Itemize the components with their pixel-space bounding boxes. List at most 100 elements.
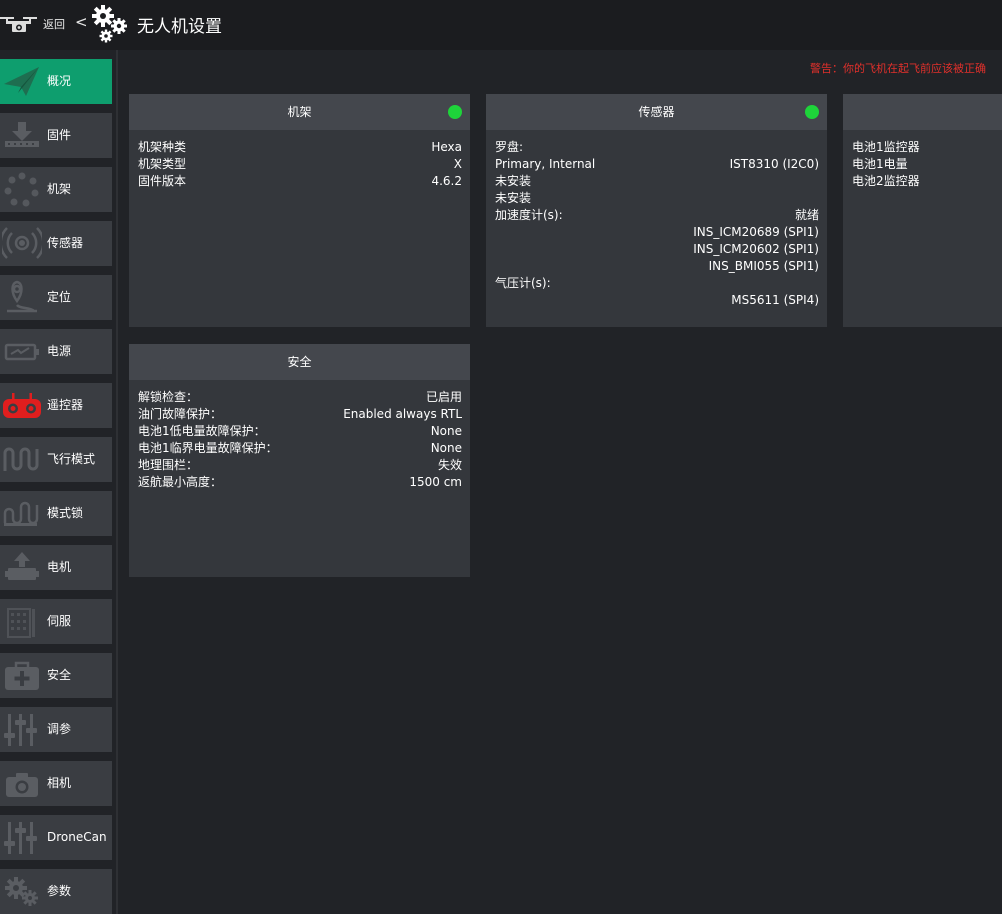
row-value: None (430, 424, 462, 438)
row-key: 电池1低电量故障保护： (138, 424, 266, 438)
back-button[interactable]: 返回 (43, 16, 65, 32)
paper-plane-icon (4, 67, 39, 96)
rc-controller-icon (3, 393, 41, 418)
sidebar-item-label: 遥控器 (47, 398, 84, 412)
sidebar-item-safety[interactable]: 安全 (0, 653, 112, 698)
sidebar-item-label: 调参 (47, 722, 72, 736)
sidebar-item-airframe[interactable]: 机架 (0, 167, 112, 212)
row-key: 机架类型 (138, 157, 187, 171)
row-key: 油门故障保护： (138, 407, 223, 421)
row-value: 1500 cm (409, 475, 462, 489)
row-value: 就绪 (794, 208, 819, 222)
sidebar-item-label: 电源 (47, 344, 72, 358)
row-key: 未安装 (495, 191, 532, 205)
row-value: Enabled always RTL (343, 407, 462, 421)
sidebar-item-label: 模式锁 (47, 506, 84, 520)
row-value: MS5611 (SPI4) (731, 293, 819, 307)
sliders-icon (4, 822, 37, 854)
row-key: 电池2监控器 (852, 174, 920, 188)
warning-message: 警告：你的飞机在起飞前应该被正确 (810, 62, 986, 75)
airframe-card[interactable]: 机架 机架种类 Hexa 机架类型 X 固件版本 4.6.2 (129, 94, 470, 327)
info-row: INS_BMI055 (SPI1) (495, 258, 819, 275)
row-key: 机架种类 (138, 140, 187, 154)
info-row: 未安装 (495, 173, 819, 190)
sidebar-item-label: 安全 (47, 668, 72, 682)
sidebar-item-motors[interactable]: 电机 (0, 545, 112, 590)
row-value: 已启用 (425, 390, 462, 404)
sidebar-item-firmware[interactable]: 固件 (0, 113, 112, 158)
safety-card[interactable]: 安全 解锁检查： 已启用 油门故障保护： Enabled always RTL 电池… (129, 344, 470, 577)
sliders-icon (4, 714, 37, 746)
airframe-dots-icon (4, 172, 39, 207)
first-aid-icon (5, 661, 39, 690)
row-value: Hexa (431, 140, 462, 154)
servo-icon (7, 608, 35, 638)
sidebar-item-parameters[interactable]: 参数 (0, 869, 112, 914)
sidebar-item-label: DroneCan (47, 830, 107, 844)
row-key: 加速度计(s): (495, 208, 563, 222)
sidebar-item-positioning[interactable]: 定位 (0, 275, 112, 320)
info-row: 地理围栏： 失效 (138, 457, 462, 474)
sidebar-item-label: 参数 (47, 884, 72, 898)
flight-mode-wave-icon (3, 447, 39, 471)
sidebar-item-label: 机架 (47, 182, 72, 196)
row-value: X (453, 157, 462, 171)
row-key: 地理围栏： (138, 458, 199, 472)
sidebar-item-label: 传感器 (47, 236, 84, 250)
row-key: 气压计(s): (495, 276, 551, 290)
row-value: IST8310 (I2C0) (729, 157, 819, 171)
row-value: 4.6.2 (431, 174, 462, 188)
info-row: 油门故障保护： Enabled always RTL (138, 406, 462, 423)
page-title: 无人机设置 (137, 17, 222, 37)
sidebar-item-summary[interactable]: 概况 (0, 59, 112, 104)
sidebar-item-label: 概况 (47, 74, 72, 88)
info-row: 电池2监控器 (852, 173, 994, 190)
info-row: INS_ICM20602 (SPI1) (495, 241, 819, 258)
row-key: 电池1电量 (852, 157, 908, 171)
info-row: 电池1监控器 (852, 139, 994, 156)
sidebar-item-camera[interactable]: 相机 (0, 761, 112, 806)
sensor-waves-icon (2, 227, 42, 259)
gears-icon (5, 877, 38, 906)
chevron-left-icon[interactable]: < (75, 13, 88, 31)
sidebar-item-mode-lock[interactable]: 模式锁 (0, 491, 112, 536)
row-key: 电池1监控器 (852, 140, 920, 154)
sidebar-item-rc[interactable]: 遥控器 (0, 383, 112, 428)
info-row: 机架类型 X (138, 156, 462, 173)
location-pin-icon (7, 280, 37, 313)
sidebar-item-label: 固件 (47, 128, 72, 142)
sidebar-item-label: 定位 (47, 290, 72, 304)
sidebar-item-servo[interactable]: 伺服 (0, 599, 112, 644)
sidebar-item-flight-modes[interactable]: 飞行模式 (0, 437, 112, 482)
sidebar-item-power[interactable]: 电源 (0, 329, 112, 374)
row-key: 固件版本 (138, 174, 187, 188)
card-title: 传感器 (638, 105, 675, 119)
info-row: INS_ICM20689 (SPI1) (495, 224, 819, 241)
row-key: 罗盘: (495, 140, 524, 154)
top-bar: 返回 < 无人机设置 (0, 0, 1002, 50)
info-row: 固件版本 4.6.2 (138, 173, 462, 190)
row-key: 未安装 (495, 174, 532, 188)
row-value: 失效 (437, 458, 462, 472)
info-row: 未安装 (495, 190, 819, 207)
battery-icon (4, 343, 39, 361)
row-value: INS_BMI055 (SPI1) (708, 259, 819, 273)
sensors-card[interactable]: 传感器 罗盘: Primary, Internal IST8310 (I2C0) … (486, 94, 827, 327)
sidebar-item-sensors[interactable]: 传感器 (0, 221, 112, 266)
row-value: INS_ICM20602 (SPI1) (693, 242, 819, 256)
card-header: 机架 (129, 94, 470, 130)
info-row: 电池1电量 (852, 156, 994, 173)
sidebar: 概况 固件 机架 传感器 定位 电源 遥控器 飞行模式 模式锁 电机 伺服 安全… (0, 50, 118, 914)
info-row: 机架种类 Hexa (138, 139, 462, 156)
mode-lock-wave-icon (3, 501, 39, 526)
row-key: Primary, Internal (495, 157, 596, 171)
power-card[interactable]: 电池1监控器 电池1电量 电池2监控器 (843, 94, 1002, 327)
sidebar-item-label: 飞行模式 (47, 452, 96, 466)
sidebar-item-dronecan[interactable]: DroneCan (0, 815, 112, 860)
sidebar-item-tuning[interactable]: 调参 (0, 707, 112, 752)
gears-icon (92, 5, 127, 43)
info-row: 罗盘: (495, 139, 819, 156)
drone-icon (0, 17, 37, 32)
sidebar-item-label: 电机 (47, 560, 72, 574)
motor-icon (5, 552, 39, 580)
